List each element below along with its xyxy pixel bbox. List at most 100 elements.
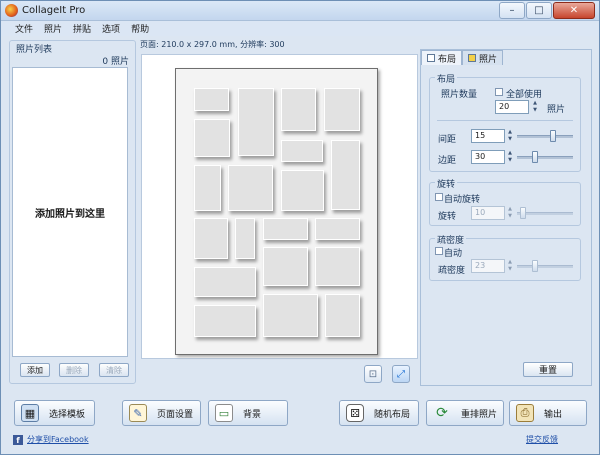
- reset-button[interactable]: 重置: [523, 362, 573, 377]
- tab-photo-label: 照片: [479, 54, 498, 65]
- tab-layout-label: 布局: [438, 54, 457, 65]
- fit-window-icon: ⤢: [397, 368, 405, 380]
- page-setup-icon: ✎: [129, 404, 147, 422]
- background-label: 背景: [243, 409, 262, 420]
- menu-help[interactable]: 帮助: [131, 22, 149, 35]
- sparsity-slider-thumb[interactable]: [532, 260, 538, 272]
- export-button[interactable]: ⎙ 输出: [509, 400, 587, 426]
- photo-slot[interactable]: [281, 140, 323, 162]
- margin-slider-track[interactable]: [517, 156, 573, 159]
- photo-slot[interactable]: [281, 170, 324, 211]
- use-all-checkbox[interactable]: [495, 88, 503, 96]
- photo-slot[interactable]: [194, 218, 228, 259]
- photo-slot[interactable]: [325, 294, 360, 337]
- tab-layout[interactable]: 布局: [421, 50, 463, 65]
- rotate-slider-thumb[interactable]: [519, 207, 526, 219]
- photo-list-dropzone[interactable]: 添加照片到这里: [12, 67, 128, 357]
- spacing-spinner[interactable]: ▲ ▼: [506, 129, 514, 143]
- delete-photo-button[interactable]: 删除: [59, 363, 89, 377]
- background-button[interactable]: ▭ 背景: [208, 400, 288, 426]
- menu-photo[interactable]: 照片: [44, 22, 62, 35]
- photo-slot[interactable]: [194, 165, 221, 211]
- photo-slot[interactable]: [263, 294, 318, 337]
- menu-file[interactable]: 文件: [15, 22, 33, 35]
- sparsity-input[interactable]: 23: [471, 259, 505, 273]
- page-setup-label: 页面设置: [157, 409, 194, 420]
- photo-count-label: 照片数量: [441, 90, 478, 100]
- facebook-icon: f: [13, 435, 23, 445]
- tab-photo[interactable]: 照片: [462, 50, 504, 65]
- photo-slot[interactable]: [194, 305, 256, 337]
- sparsity-spinner[interactable]: ▲ ▼: [506, 259, 514, 273]
- photo-slot[interactable]: [315, 218, 360, 240]
- layout-tab-icon: [427, 54, 435, 62]
- collage-page: [175, 68, 378, 355]
- photo-slot[interactable]: [281, 88, 316, 131]
- margin-input[interactable]: 30: [471, 150, 505, 164]
- spacing-slider-thumb[interactable]: [549, 130, 556, 142]
- background-icon: ▭: [215, 404, 233, 422]
- margin-spinner[interactable]: ▲ ▼: [506, 150, 514, 164]
- settings-tabs: 布局 照片: [421, 50, 504, 65]
- photo-slot[interactable]: [238, 88, 274, 156]
- feedback-link[interactable]: 提交反馈: [526, 434, 558, 445]
- photo-slot[interactable]: [324, 88, 360, 131]
- shuffle-photos-button[interactable]: ⟳ 重排照片: [426, 400, 504, 426]
- collage-canvas[interactable]: [141, 54, 418, 359]
- maximize-button[interactable]: □: [526, 2, 552, 19]
- menu-options[interactable]: 选项: [102, 22, 120, 35]
- app-logo-icon: [5, 4, 18, 17]
- page-setup-button[interactable]: ✎ 页面设置: [122, 400, 201, 426]
- close-button[interactable]: ✕: [553, 2, 595, 19]
- photo-list-legend: 照片列表: [16, 45, 53, 55]
- auto-sparsity-label: 自动: [444, 249, 463, 259]
- app-window: CollageIt Pro – □ ✕ 文件 照片 拼贴 选项 帮助 照片列表 …: [0, 0, 600, 455]
- photo-count-text: 0 照片: [102, 57, 129, 67]
- photo-slot[interactable]: [228, 165, 273, 211]
- photo-slot[interactable]: [194, 119, 230, 157]
- photo-slot[interactable]: [263, 247, 308, 286]
- random-layout-label: 随机布局: [374, 409, 411, 420]
- dropzone-hint: 添加照片到这里: [35, 208, 105, 220]
- photo-count-input[interactable]: 20: [495, 100, 529, 114]
- clear-photos-button[interactable]: 清除: [99, 363, 129, 377]
- crop-tool-button[interactable]: ⊡: [364, 365, 382, 383]
- export-icon: ⎙: [516, 404, 534, 422]
- auto-rotate-checkbox[interactable]: [435, 193, 443, 201]
- spacing-input[interactable]: 15: [471, 129, 505, 143]
- photo-slot[interactable]: [331, 140, 360, 210]
- photo-slot[interactable]: [235, 218, 255, 259]
- dice-icon: ⚄: [346, 404, 364, 422]
- photo-tab-icon: [468, 54, 477, 62]
- photo-slot[interactable]: [263, 218, 308, 240]
- sparsity-group-title: 疏密度: [435, 233, 467, 246]
- random-layout-button[interactable]: ⚄ 随机布局: [339, 400, 419, 426]
- shuffle-photos-label: 重排照片: [461, 409, 498, 420]
- spacing-label: 间距: [438, 135, 457, 145]
- title-bar[interactable]: CollageIt Pro – □ ✕: [1, 1, 599, 21]
- spacing-slider-track[interactable]: [517, 135, 573, 138]
- share-facebook-link[interactable]: 分享到Facebook: [27, 434, 89, 445]
- choose-template-button[interactable]: ▦ 选择模板: [14, 400, 95, 426]
- margin-slider-thumb[interactable]: [532, 151, 538, 163]
- photo-count-spinner[interactable]: ▲ ▼: [531, 100, 539, 114]
- menu-bar: 文件 照片 拼贴 选项 帮助: [1, 21, 599, 36]
- use-all-label: 全部使用: [506, 90, 543, 100]
- margin-label: 边距: [438, 156, 457, 166]
- crop-icon: ⊡: [368, 368, 378, 380]
- rotate-input[interactable]: 10: [471, 206, 505, 220]
- photo-slot[interactable]: [194, 88, 229, 111]
- auto-sparsity-checkbox[interactable]: [435, 247, 443, 255]
- menu-collage[interactable]: 拼贴: [73, 22, 91, 35]
- minimize-button[interactable]: –: [499, 2, 525, 19]
- sparsity-slider-track[interactable]: [517, 265, 573, 268]
- page-info-text: 页面: 210.0 x 297.0 mm, 分辨率: 300: [140, 40, 285, 49]
- layout-separator: [437, 120, 573, 121]
- layout-group-title: 布局: [435, 72, 458, 85]
- photo-slot[interactable]: [315, 247, 360, 286]
- shuffle-icon: ⟳: [436, 405, 448, 421]
- rotate-spinner[interactable]: ▲ ▼: [506, 206, 514, 220]
- fit-to-window-button[interactable]: ⤢: [392, 365, 410, 383]
- add-photo-button[interactable]: 添加: [20, 363, 50, 377]
- photo-slot[interactable]: [194, 267, 256, 297]
